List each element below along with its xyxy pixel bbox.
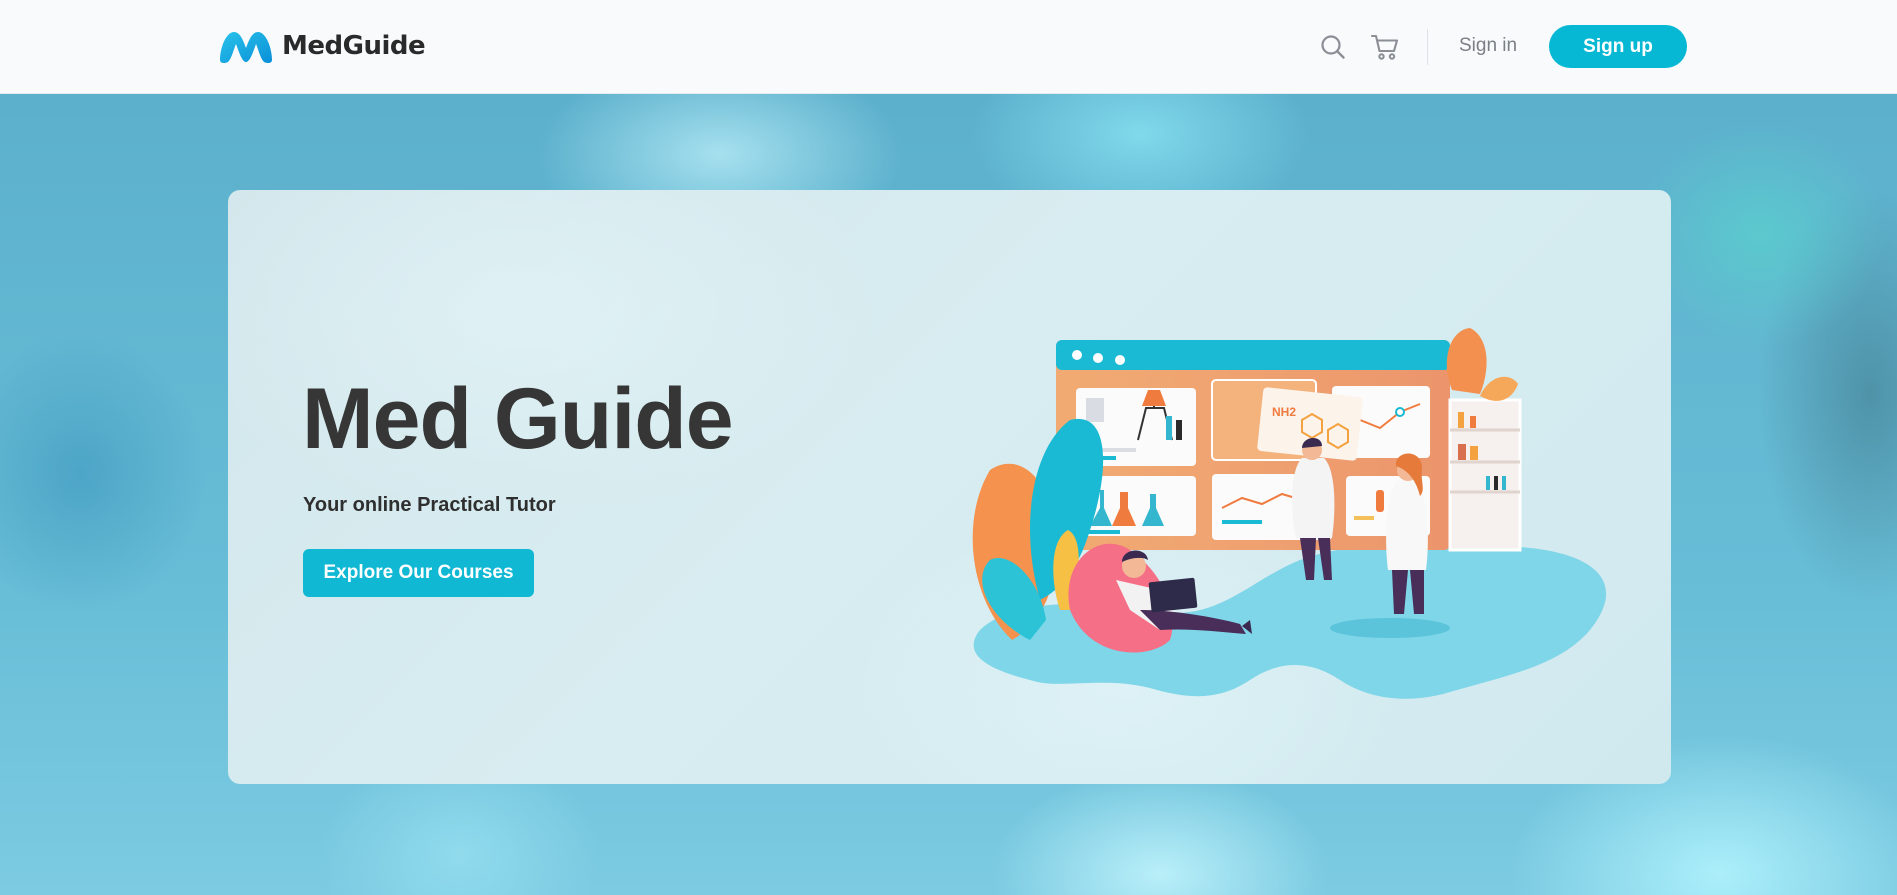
sign-in-link[interactable]: Sign in [1459,35,1517,57]
nav-divider [1427,29,1428,65]
lab-illustration: NH2 [972,328,1607,699]
brand-logo[interactable]: MedGuide [218,28,426,64]
cart-icon[interactable] [1370,33,1400,66]
hero-card: Med Guide Your online Practical Tutor Ex… [228,190,1671,784]
top-navbar: MedGuide Sign in Sign up [0,0,1897,94]
sign-up-button[interactable]: Sign up [1549,25,1687,68]
hero-subtitle: Your online Practical Tutor [303,494,556,516]
explore-courses-button[interactable]: Explore Our Courses [303,549,534,597]
search-icon[interactable] [1320,34,1346,65]
medguide-logo-icon [220,32,272,64]
hero-title: Med Guide [302,371,734,467]
molecule-label: NH2 [1272,405,1296,419]
brand-name: MedGuide [282,31,426,61]
